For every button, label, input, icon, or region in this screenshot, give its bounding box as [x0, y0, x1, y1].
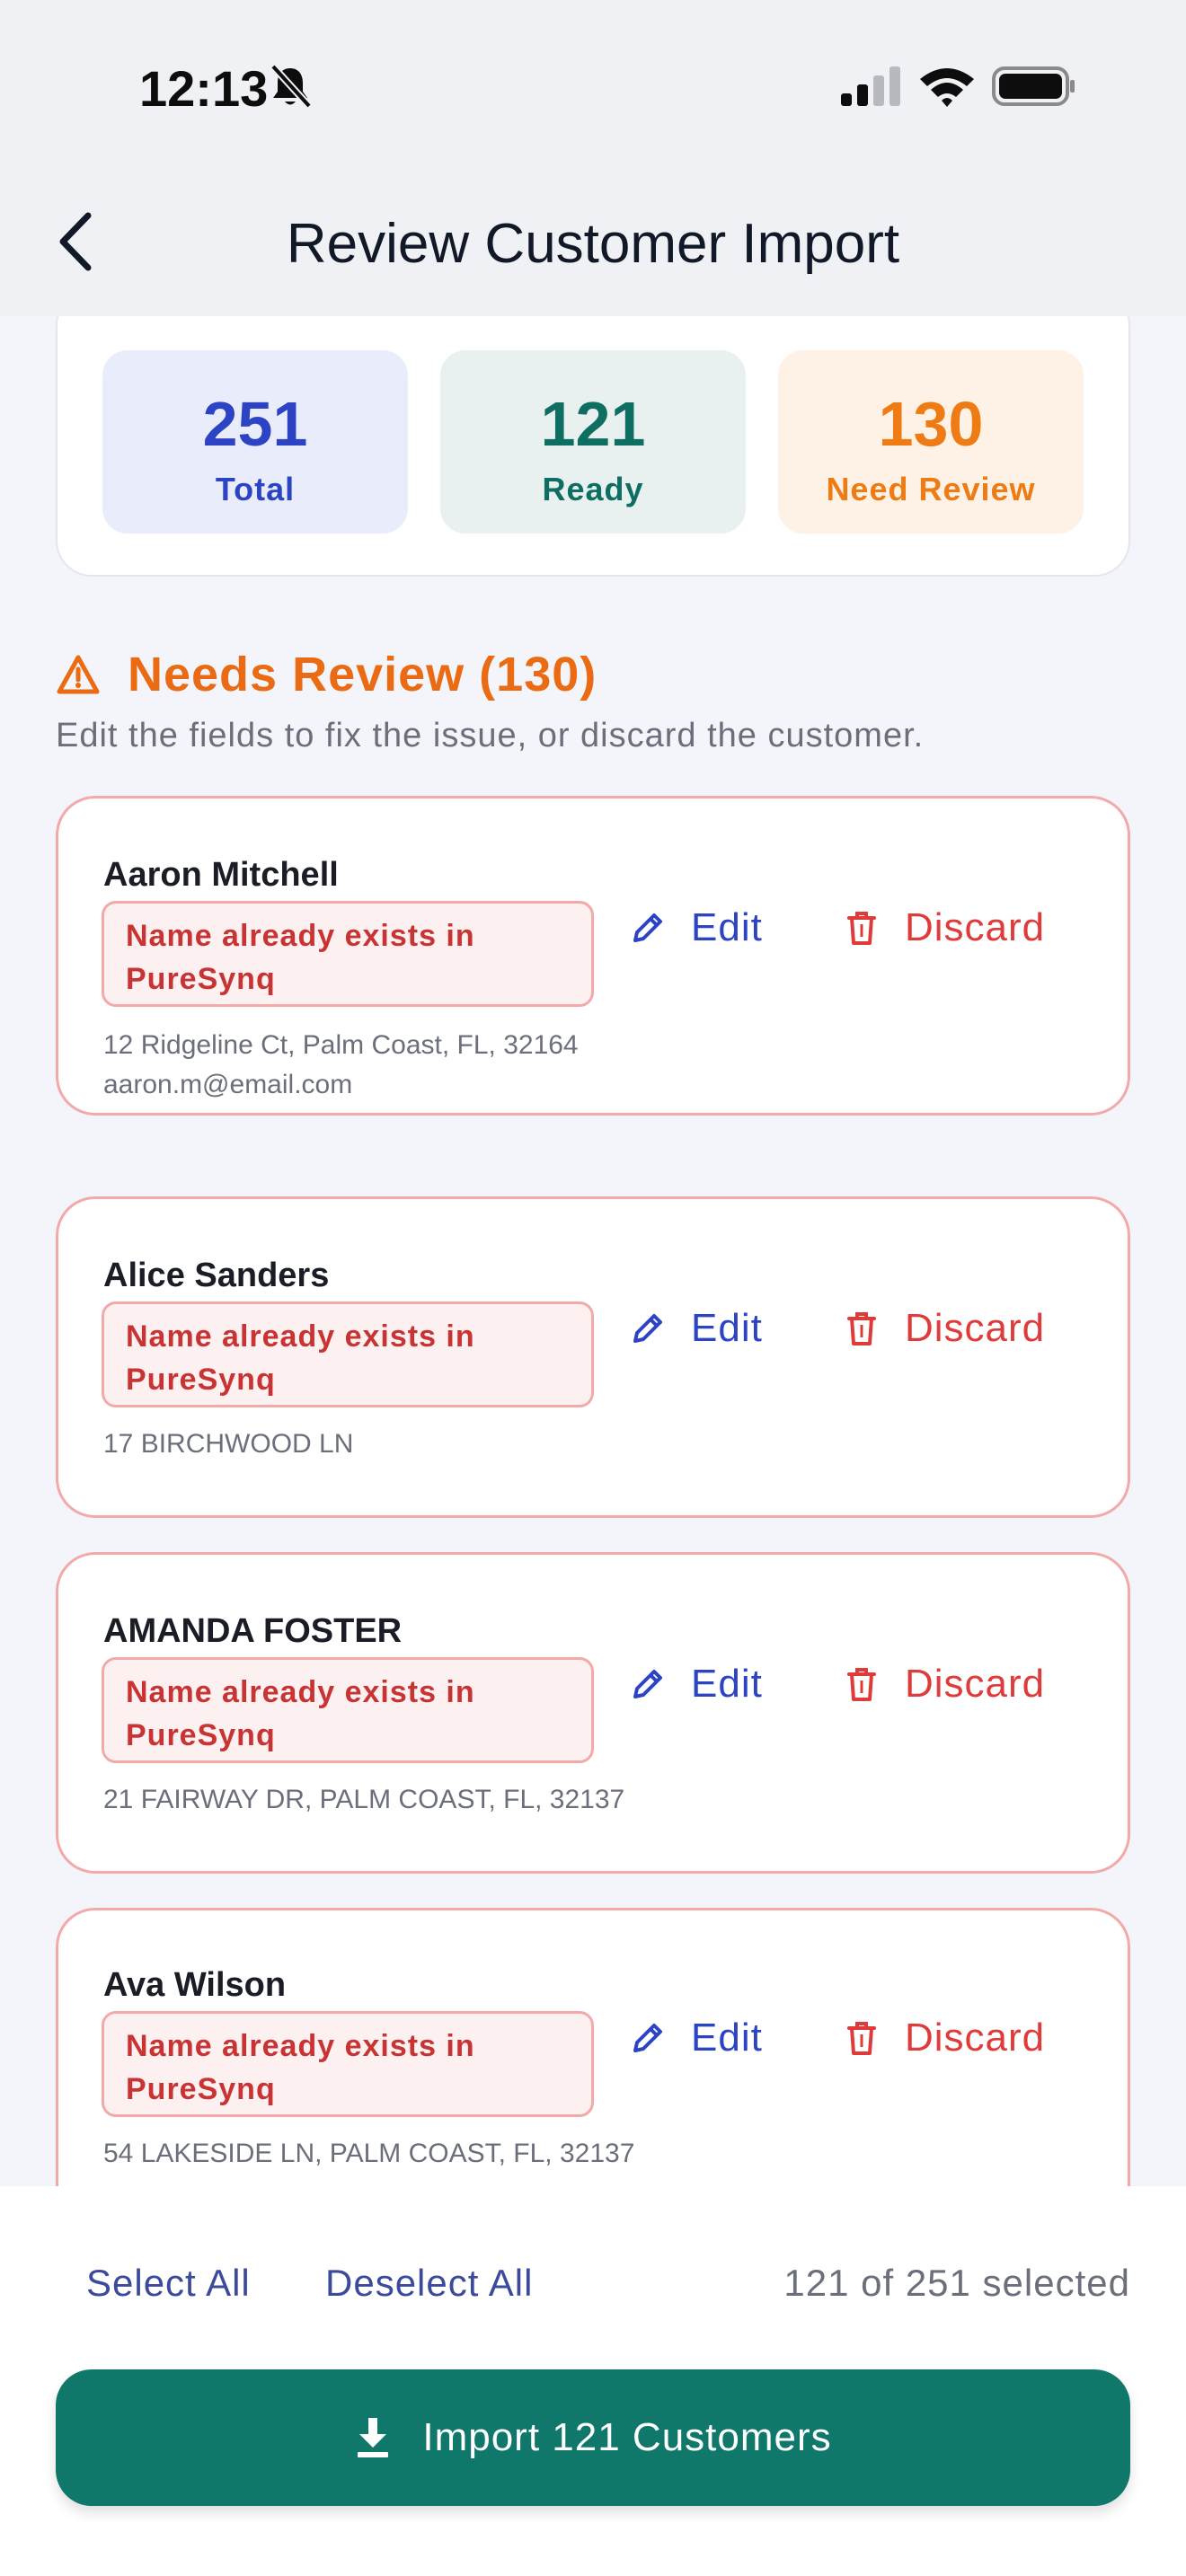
edit-button[interactable]: Edit [628, 2009, 763, 2067]
customer-name: Ava Wilson [103, 1966, 287, 2004]
discard-button[interactable]: Discard [842, 899, 1045, 957]
discard-button[interactable]: Discard [842, 1300, 1045, 1357]
wifi-icon [920, 68, 974, 107]
discard-label: Discard [905, 1306, 1046, 1350]
stat-total: 251 Total [102, 350, 408, 534]
warning-triangle-icon [57, 655, 100, 694]
bell-slash-icon [270, 64, 312, 109]
page-title: Review Customer Import [286, 213, 900, 275]
edit-label: Edit [691, 1662, 763, 1706]
customer-review-card: Alice Sanders Name already exists in Pur… [56, 1196, 1130, 1518]
selection-count: 121 of 251 selected [783, 2262, 1130, 2304]
discard-button[interactable]: Discard [842, 1655, 1045, 1713]
needs-review-subtitle: Edit the fields to fix the issue, or dis… [56, 717, 925, 754]
review-scroll-area[interactable]: 251 Total 121 Ready 130 Need Review Need… [0, 316, 1186, 2186]
issue-text-line1: Name already exists in [126, 919, 475, 953]
issue-text-line2: PureSynq [126, 2072, 276, 2106]
customer-address: 17 BIRCHWOOD LN [103, 1429, 354, 1459]
customer-name: AMANDA FOSTER [103, 1612, 403, 1650]
discard-label: Discard [905, 2016, 1046, 2060]
pencil-icon [633, 1670, 662, 1698]
bottom-action-bar: Select All Deselect All 121 of 251 selec… [0, 2186, 1186, 2576]
edit-button[interactable]: Edit [628, 1655, 763, 1713]
discard-button[interactable]: Discard [842, 2009, 1045, 2067]
customer-name: Alice Sanders [103, 1257, 330, 1294]
customer-email: aaron.m@email.com [103, 1070, 353, 1099]
import-button-label: Import 121 Customers [422, 2415, 832, 2459]
edit-button[interactable]: Edit [628, 1300, 763, 1357]
cellular-signal-icon [841, 66, 900, 106]
status-bar: 12:13 [0, 0, 1186, 171]
trash-icon [847, 2022, 876, 2055]
stat-ready: 121 Ready [440, 350, 746, 534]
import-customers-button[interactable]: Import 121 Customers [56, 2369, 1130, 2506]
trash-icon [847, 912, 876, 945]
select-all-button[interactable]: Select All [86, 2262, 251, 2305]
battery-icon [992, 66, 1075, 106]
deselect-all-button[interactable]: Deselect All [325, 2262, 533, 2305]
trash-icon [847, 1668, 876, 1701]
stat-ready-value: 121 [540, 389, 646, 459]
pencil-icon [633, 913, 662, 942]
issue-text-line2: PureSynq [126, 1363, 276, 1397]
issue-badge: Name already exists in PureSynq [102, 901, 594, 1007]
needs-review-heading: Needs Review (130) [128, 648, 597, 701]
pencil-icon [633, 2024, 662, 2052]
issue-badge: Name already exists in PureSynq [102, 1657, 594, 1763]
issue-text-line1: Name already exists in [126, 1319, 475, 1354]
customer-review-card: AMANDA FOSTER Name already exists in Pur… [56, 1552, 1130, 1874]
discard-label: Discard [905, 1662, 1046, 1706]
issue-text-line1: Name already exists in [126, 2029, 475, 2063]
import-summary-card: 251 Total 121 Ready 130 Need Review [56, 316, 1130, 577]
issue-text-line1: Name already exists in [126, 1675, 475, 1709]
issue-text-line2: PureSynq [126, 962, 276, 996]
edit-button[interactable]: Edit [628, 899, 763, 957]
stat-need-review: 130 Need Review [778, 350, 1084, 534]
download-icon [358, 2418, 389, 2457]
customer-review-card: Ava Wilson Name already exists in PureSy… [56, 1908, 1130, 2186]
customer-review-card: Aaron Mitchell Name already exists in Pu… [56, 796, 1130, 1116]
customer-address: 21 FAIRWAY DR, PALM COAST, FL, 32137 [103, 1785, 625, 1814]
edit-label: Edit [691, 2016, 763, 2060]
issue-text-line2: PureSynq [126, 1718, 276, 1752]
pencil-icon [633, 1314, 662, 1343]
edit-label: Edit [691, 905, 763, 949]
stat-ready-label: Ready [542, 471, 644, 507]
status-time: 12:13 [139, 60, 269, 117]
customer-address: 54 LAKESIDE LN, PALM COAST, FL, 32137 [103, 2139, 635, 2168]
stat-total-value: 251 [202, 389, 308, 459]
customer-name: Aaron Mitchell [103, 856, 339, 894]
stat-review-label: Need Review [826, 471, 1036, 507]
issue-badge: Name already exists in PureSynq [102, 1301, 594, 1407]
trash-icon [847, 1312, 876, 1345]
edit-label: Edit [691, 1306, 763, 1350]
stat-total-label: Total [215, 471, 296, 507]
stat-review-value: 130 [878, 389, 984, 459]
discard-label: Discard [905, 905, 1046, 949]
customer-address: 12 Ridgeline Ct, Palm Coast, FL, 32164 [103, 1030, 579, 1060]
issue-badge: Name already exists in PureSynq [102, 2011, 594, 2117]
